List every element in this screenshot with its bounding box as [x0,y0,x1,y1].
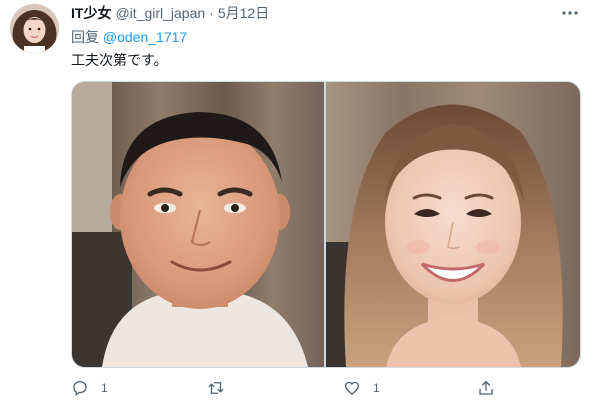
reply-prefix: 回复 [71,29,99,45]
like-count: 1 [373,381,380,395]
reply-count: 1 [101,381,108,395]
share-icon [479,380,493,395]
like-button[interactable]: 1 [343,378,380,398]
avatar-image [10,4,59,53]
tweet-text: 工夫次第です。 [71,52,168,68]
display-name[interactable]: IT少女 [71,3,111,23]
reply-mention-link[interactable]: @oden_1717 [103,29,187,45]
like-icon [344,381,360,395]
reply-icon [73,380,87,396]
more-icon [562,11,578,15]
tweet-date[interactable]: 5月12日 [218,3,269,23]
replying-to: 回复 @oden_1717 [71,27,187,47]
tweet-header: IT少女 @it_girl_japan · 5月12日 [71,4,269,22]
man-photo[interactable] [72,82,324,367]
woman-photo-image [326,82,580,367]
media-grid [71,81,581,368]
woman-photo[interactable] [326,82,580,367]
reply-button[interactable]: 1 [71,378,108,398]
action-bar: 1 1 [71,378,579,398]
more-button[interactable] [556,4,584,22]
retweet-button[interactable] [207,378,237,398]
tweet[interactable]: IT少女 @it_girl_japan · 5月12日 回复 @oden_171… [0,0,594,403]
retweet-icon [208,382,224,394]
avatar[interactable] [10,4,59,53]
separator-dot: · [209,5,214,21]
man-photo-image [72,82,324,367]
user-handle[interactable]: @it_girl_japan [115,5,205,21]
share-button[interactable] [477,378,495,398]
